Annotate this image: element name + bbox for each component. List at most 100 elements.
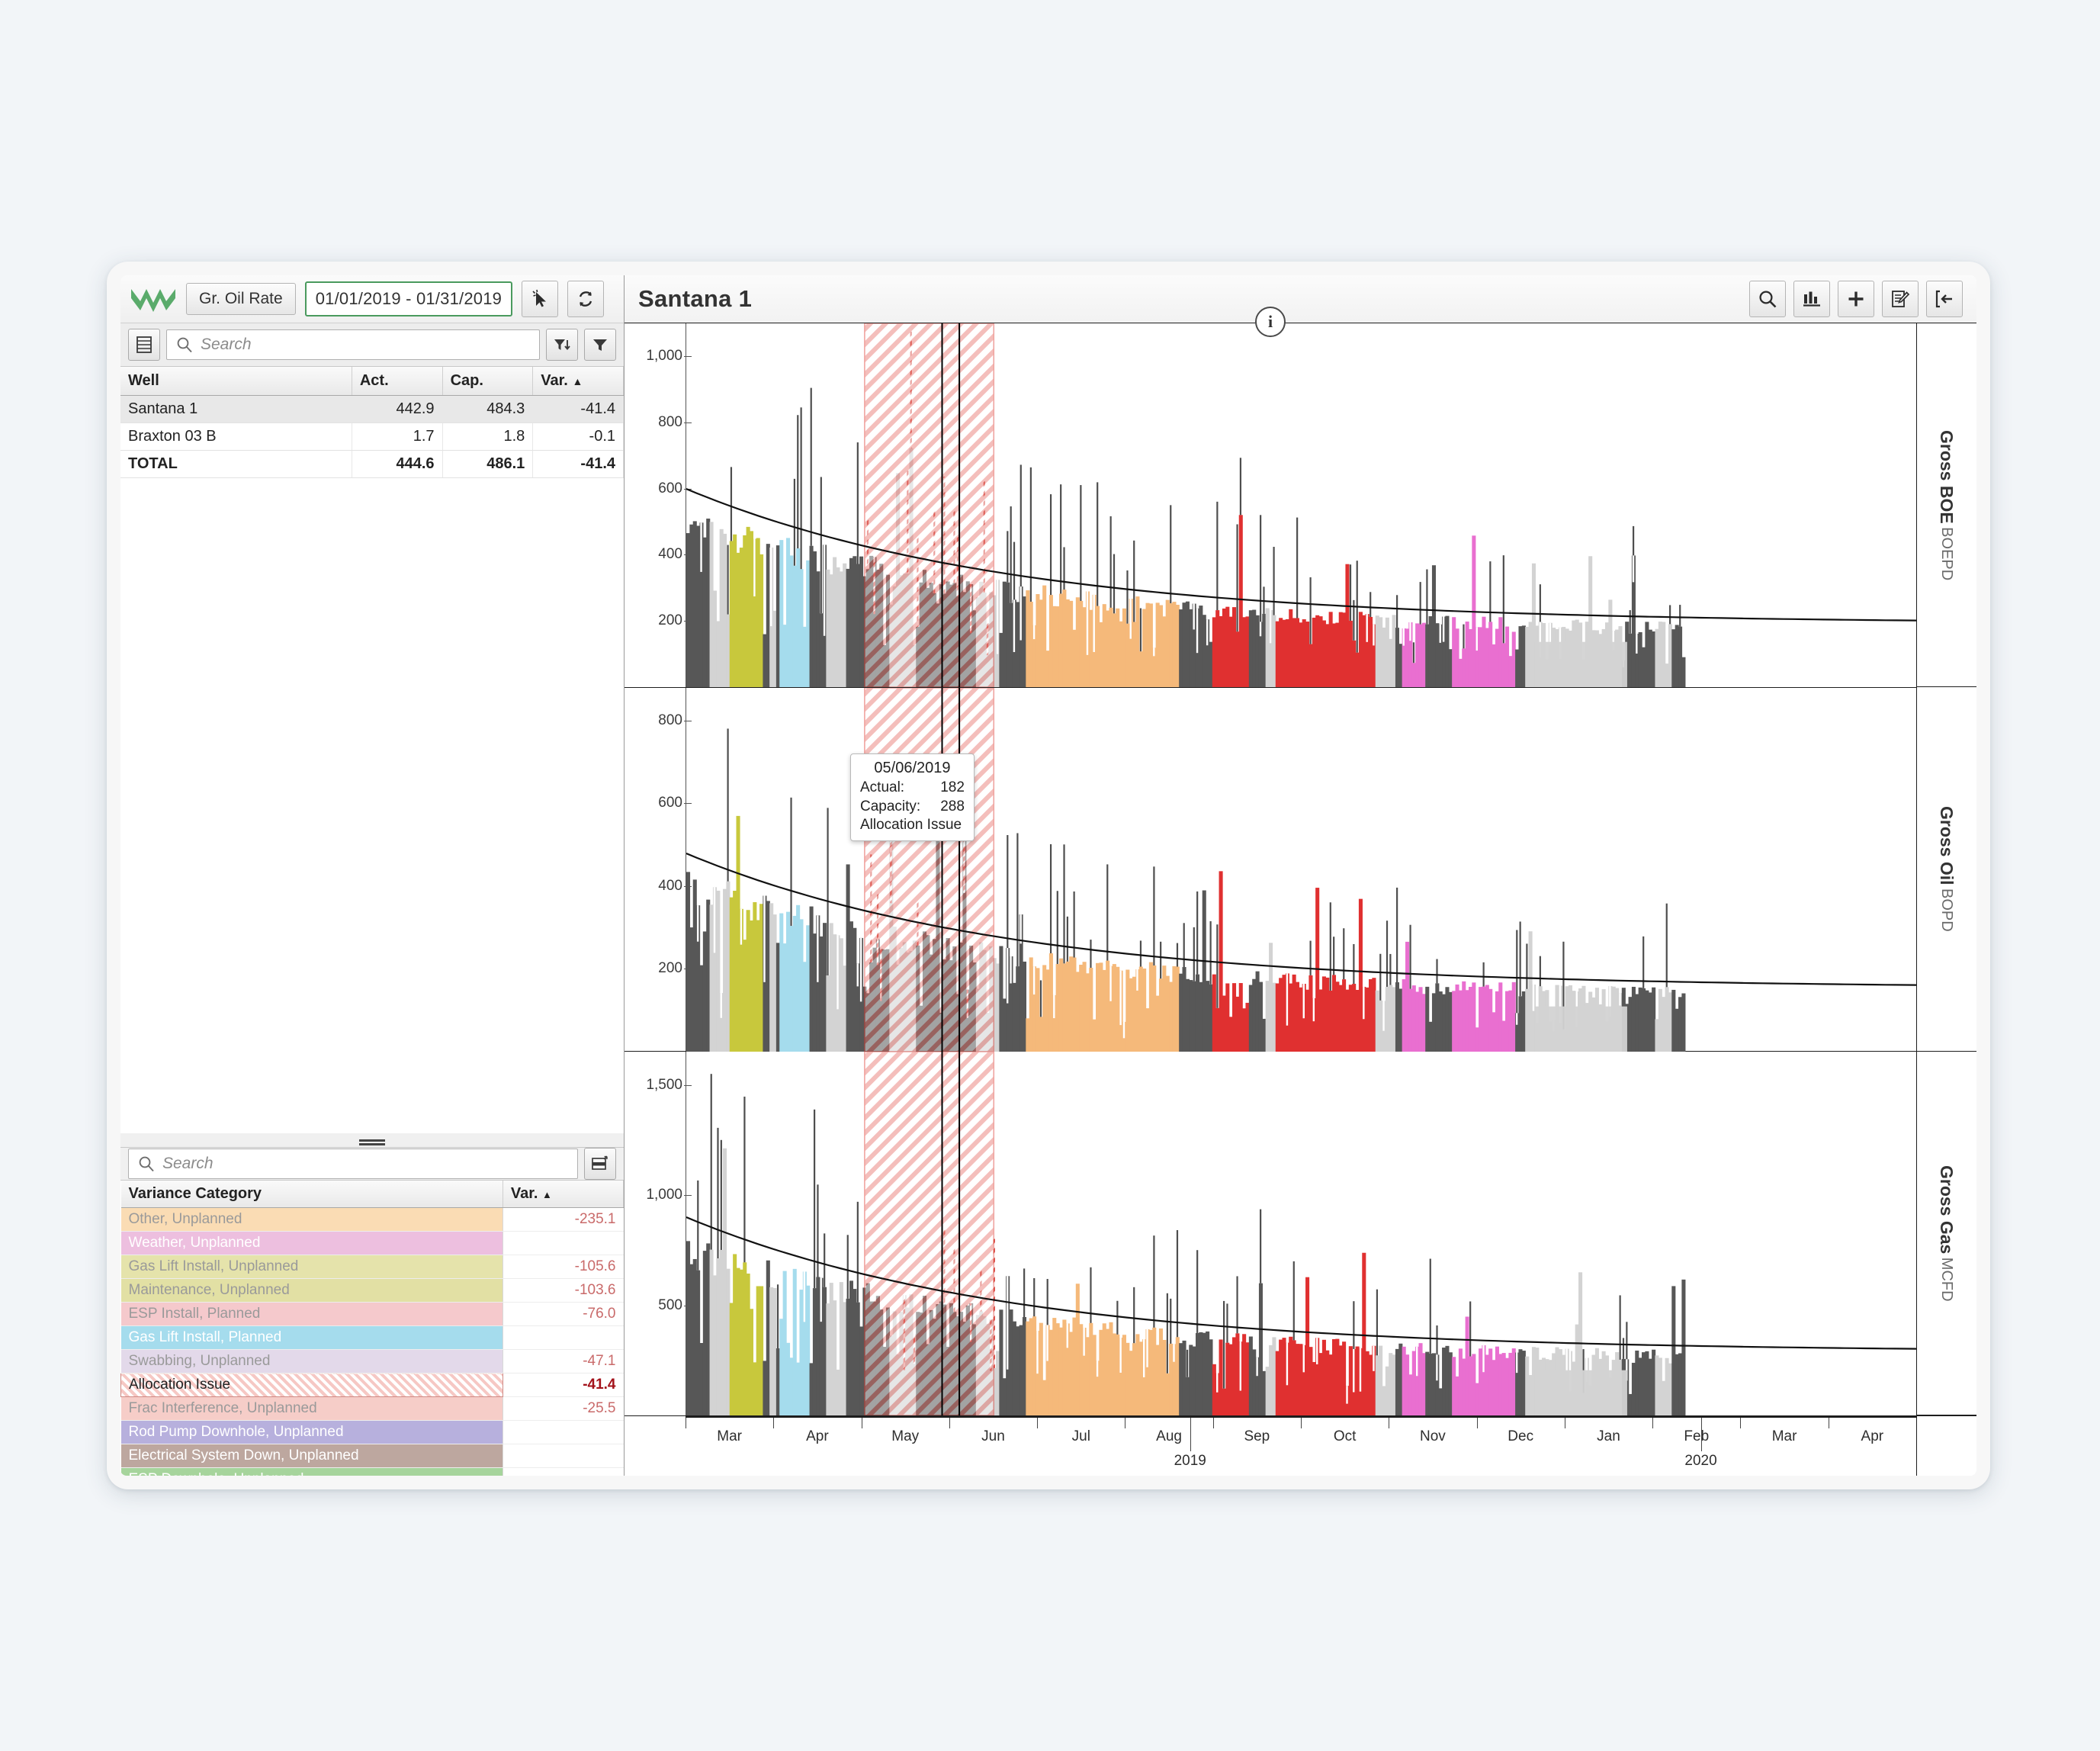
- bar-spike: [711, 1075, 712, 1250]
- variance-search-input[interactable]: Search: [128, 1149, 578, 1179]
- plot-canvas-gross-boe[interactable]: [686, 323, 1916, 687]
- refresh-icon[interactable]: [567, 281, 604, 317]
- panel-resize-handle[interactable]: [120, 1133, 624, 1147]
- bar: [1232, 1338, 1236, 1416]
- bar-notch: [1109, 965, 1111, 1001]
- bar: [1116, 609, 1119, 687]
- cursor-select-icon[interactable]: [522, 281, 558, 317]
- info-icon[interactable]: i: [1255, 307, 1286, 337]
- variance-label: Weather, Unplanned: [121, 1232, 503, 1255]
- bar-spike: [1016, 833, 1018, 966]
- bar: [1386, 987, 1389, 1052]
- bar: [1655, 1019, 1658, 1052]
- bar: [1479, 987, 1482, 1052]
- xtick-label: Jun: [981, 1428, 1005, 1445]
- variance-row[interactable]: Rod Pump Downhole, Unplanned-18.9: [121, 1421, 624, 1444]
- selection-band[interactable]: [865, 323, 994, 687]
- bar-notch: [1036, 1331, 1038, 1373]
- col-act[interactable]: Act.: [352, 367, 442, 396]
- bar: [1462, 1359, 1466, 1416]
- chart-icon[interactable]: [1793, 281, 1830, 317]
- left-panel: Gr. Oil Rate 01/01/2019 - 01/31/2019: [120, 275, 625, 1476]
- app-window: Gr. Oil Rate 01/01/2019 - 01/31/2019: [107, 262, 1990, 1489]
- bar-notch: [1409, 622, 1411, 641]
- bar: [1069, 601, 1073, 687]
- sort-filter-icon[interactable]: [546, 329, 578, 361]
- edit-note-icon[interactable]: [1882, 281, 1919, 317]
- bar: [1492, 1012, 1496, 1052]
- bar: [1149, 1330, 1153, 1415]
- add-icon[interactable]: [1838, 281, 1874, 317]
- bar: [853, 1289, 856, 1415]
- variance-row[interactable]: Swabbing, Unplanned-47.1: [121, 1350, 624, 1373]
- metric-button[interactable]: Gr. Oil Rate: [186, 283, 296, 315]
- variance-row[interactable]: Electrical System Down, Unplanned-9.4: [121, 1444, 624, 1468]
- bar: [1036, 594, 1039, 687]
- variance-row[interactable]: Allocation Issue-41.4: [121, 1373, 624, 1397]
- chart-gross-boe[interactable]: 2004006008001,000: [625, 323, 1916, 688]
- export-table-icon[interactable]: [584, 1148, 616, 1180]
- date-range-input[interactable]: 01/01/2019 - 01/31/2019: [305, 281, 512, 316]
- bar-spike: [1436, 1325, 1437, 1354]
- bar: [1665, 987, 1669, 1052]
- selection-band[interactable]: [865, 688, 994, 1052]
- bar: [693, 1259, 697, 1415]
- bar: [1488, 1349, 1492, 1416]
- chart-gross-oil[interactable]: 200400600800 05/06/2019 Actual:182 Capac…: [625, 688, 1916, 1052]
- bar: [730, 1303, 734, 1416]
- bar-notch: [1363, 987, 1364, 1019]
- bar: [1203, 1333, 1206, 1415]
- plot-canvas-gross-oil[interactable]: 05/06/2019 Actual:182 Capacity:288 Alloc…: [686, 688, 1916, 1052]
- grid-view-icon[interactable]: [128, 329, 160, 361]
- bar: [1488, 622, 1492, 687]
- collapse-panel-icon[interactable]: [1926, 281, 1963, 317]
- search-icon[interactable]: [1749, 281, 1786, 317]
- bar: [1392, 987, 1396, 1052]
- bar: [740, 1270, 743, 1415]
- col-var[interactable]: Var. ▲: [533, 367, 624, 396]
- variance-row[interactable]: ESP Downhole, Unplanned-0.4: [121, 1468, 624, 1476]
- col-well[interactable]: Well: [120, 367, 352, 396]
- bar-spike: [847, 1235, 849, 1300]
- bar: [1439, 991, 1443, 1052]
- variance-row[interactable]: Other, Unplanned-235.1: [121, 1208, 624, 1232]
- variance-row[interactable]: Frac Interference, Unplanned-25.5: [121, 1397, 624, 1421]
- bar: [1099, 962, 1103, 1052]
- bar-notch: [836, 935, 838, 1009]
- filter-icon[interactable]: [584, 329, 616, 361]
- bar: [1089, 610, 1093, 687]
- variance-row[interactable]: Gas Lift Install, Unplanned-105.6: [121, 1255, 624, 1279]
- bar-notch: [1313, 998, 1315, 1021]
- bar: [799, 919, 803, 1052]
- variance-row[interactable]: ESP Install, Planned-76.0: [121, 1303, 624, 1326]
- bar: [1415, 991, 1419, 1052]
- variance-row[interactable]: Weather, Unplanned-170.9: [121, 1232, 624, 1255]
- bar-notch: [804, 1272, 805, 1322]
- table-row[interactable]: Santana 1 442.9 484.3 -41.4: [120, 396, 624, 423]
- bar: [1681, 993, 1685, 1051]
- bar: [1296, 618, 1299, 687]
- bar: [843, 965, 846, 1052]
- bar-spike: [1540, 584, 1541, 622]
- ytick-label: 1,000: [646, 1187, 682, 1203]
- bar-notch: [1636, 634, 1637, 654]
- selection-band[interactable]: [865, 1052, 994, 1415]
- variance-row[interactable]: Gas Lift Install, Planned-71.3: [121, 1326, 624, 1350]
- col-variance-category[interactable]: Variance Category: [121, 1181, 503, 1208]
- bar-spike: [1236, 525, 1238, 632]
- bar: [1459, 990, 1463, 1051]
- bar: [1052, 1318, 1056, 1415]
- col-cap[interactable]: Cap.: [442, 367, 533, 396]
- bar: [1512, 631, 1516, 687]
- chart-gross-gas[interactable]: 5001,0001,500: [625, 1052, 1916, 1416]
- bar-spike: [731, 467, 732, 541]
- col-variance-var[interactable]: Var. ▲: [503, 1181, 623, 1208]
- bar: [1166, 600, 1170, 687]
- bar-spike: [1216, 502, 1218, 610]
- bar-spike: [1260, 1210, 1261, 1284]
- well-search-input[interactable]: Search: [166, 329, 540, 360]
- table-row[interactable]: Braxton 03 B 1.7 1.8 -0.1: [120, 423, 624, 451]
- variance-row[interactable]: Maintenance, Unplanned-103.6: [121, 1279, 624, 1303]
- bar: [769, 1287, 773, 1415]
- plot-canvas-gross-gas[interactable]: [686, 1052, 1916, 1415]
